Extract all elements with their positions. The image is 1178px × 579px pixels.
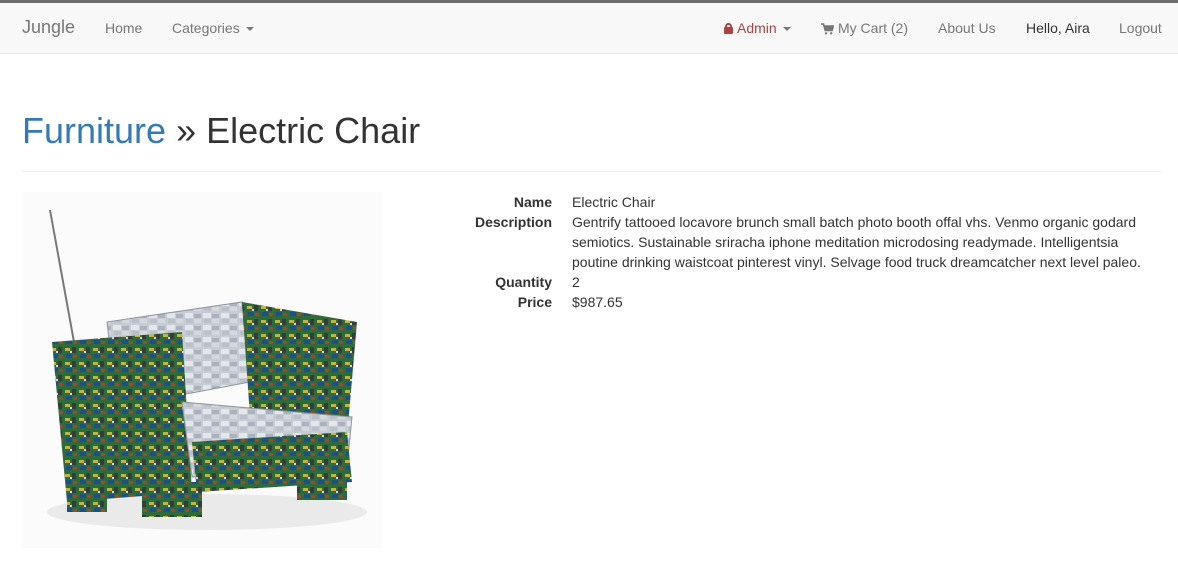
detail-label: Description	[474, 214, 552, 230]
detail-row-name: Name Electric Chair	[440, 192, 1170, 212]
product-image	[22, 192, 382, 548]
electric-chair-illustration	[47, 209, 367, 530]
cart-icon	[821, 23, 834, 35]
detail-row-description: Description Gentrify tattooed locavore b…	[440, 212, 1170, 272]
navbar: Jungle Home Categories Admin My Cart (2)…	[0, 3, 1178, 54]
product-title: Electric Chair	[206, 110, 421, 151]
nav-categories-dropdown[interactable]: Categories	[172, 20, 254, 36]
detail-value: $987.65	[572, 294, 623, 310]
nav-cart[interactable]: My Cart (2)	[821, 20, 908, 36]
nav-cart-label: My Cart (2)	[838, 20, 908, 36]
header-divider	[22, 171, 1161, 172]
brand-link[interactable]: Jungle	[22, 17, 75, 38]
chevron-down-icon	[245, 27, 254, 32]
nav-categories-label: Categories	[172, 20, 240, 36]
detail-label: Name	[513, 194, 552, 210]
detail-label: Quantity	[495, 274, 552, 290]
page-title: Furniture » Electric Chair	[22, 110, 420, 152]
detail-row-price: Price $987.65	[440, 292, 1170, 312]
chevron-down-icon	[782, 27, 791, 32]
product-details: Name Electric Chair Description Gentrify…	[440, 192, 1170, 312]
detail-label: Price	[517, 294, 552, 310]
detail-value: Gentrify tattooed locavore brunch small …	[572, 214, 1141, 270]
detail-row-quantity: Quantity 2	[440, 272, 1170, 292]
category-breadcrumb-link[interactable]: Furniture	[22, 110, 166, 151]
nav-admin-label: Admin	[737, 20, 777, 36]
nav-home[interactable]: Home	[105, 20, 142, 36]
nav-admin-dropdown[interactable]: Admin	[724, 20, 791, 36]
lock-icon	[724, 23, 733, 34]
nav-about[interactable]: About Us	[938, 20, 996, 36]
detail-value: 2	[572, 274, 580, 290]
nav-logout[interactable]: Logout	[1119, 20, 1162, 36]
detail-value: Electric Chair	[572, 194, 656, 210]
user-greeting: Hello, Aira	[1026, 20, 1090, 36]
breadcrumb-separator: »	[176, 110, 197, 151]
